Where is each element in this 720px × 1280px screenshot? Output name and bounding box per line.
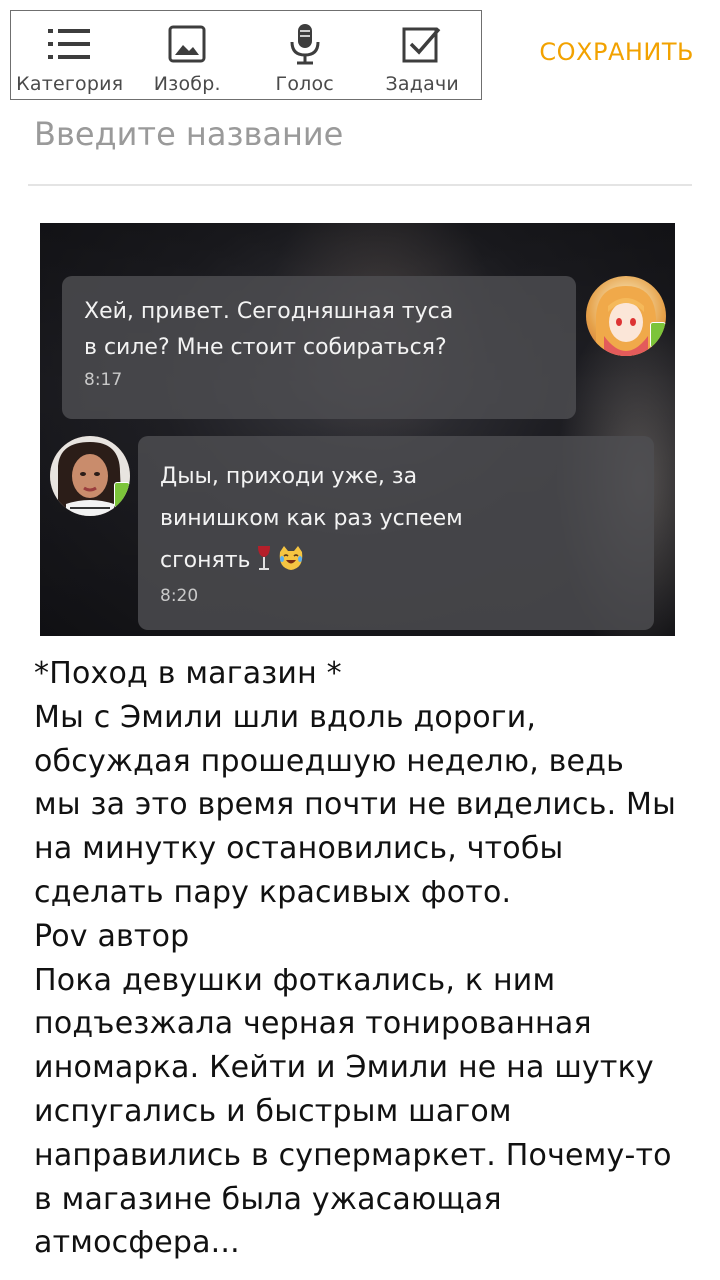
tasks-label: Задачи: [385, 73, 459, 95]
list-icon: [47, 21, 93, 67]
story-line: Pov автор: [34, 918, 190, 954]
category-button[interactable]: Категория: [11, 11, 129, 99]
story-line: сделать пару красивых фото.: [34, 874, 512, 910]
story-line: на минутку остановились, чтобы: [34, 831, 564, 867]
image-icon: [164, 21, 210, 67]
story-line: в магазине была ужасающая: [34, 1181, 502, 1217]
story-line: атмосфера...: [34, 1225, 240, 1261]
story-line: мы за это время почти не виделись. Мы: [34, 787, 677, 823]
editor-toolbar: Категория Изобр. Голос Задачи: [10, 10, 482, 100]
note-body-text[interactable]: *Поход в магазин * Мы с Эмили шли вдоль …: [34, 652, 694, 1265]
story-line: Пока девушки фоткались, к ним: [34, 962, 556, 998]
avatar: [50, 436, 130, 516]
cat-tears-of-joy-icon: [277, 545, 305, 571]
voice-button[interactable]: Голос: [246, 11, 364, 99]
title-input[interactable]: [34, 108, 684, 160]
voice-label: Голос: [275, 73, 334, 95]
image-label: Изобр.: [153, 73, 221, 95]
category-label: Категория: [16, 73, 124, 95]
story-line: иномарка. Кейти и Эмили не на шутку: [34, 1050, 654, 1086]
avatar: [586, 276, 666, 356]
story-line: направились в супермаркет. Почему-то: [34, 1137, 672, 1173]
story-line: Мы с Эмили шли вдоль дороги,: [34, 699, 537, 735]
story-line: обсуждая прошедшую неделю, ведь: [34, 743, 625, 779]
chat-bubble-outgoing: Дыы, приходи уже, за винишком как раз ус…: [138, 436, 654, 630]
chat-message-text: Дыы, приходи уже, за винишком как раз ус…: [160, 456, 632, 582]
attached-chat-screenshot[interactable]: Хей, привет. Сегодняшная туса в силе? Мн…: [40, 223, 675, 636]
title-divider: [28, 184, 692, 186]
microphone-icon: [282, 21, 328, 67]
mobile-status-icon: [650, 322, 666, 348]
checkbox-icon: [399, 21, 445, 67]
note-editor-screen: Категория Изобр. Голос Задачи СОХРАНИТЬ …: [0, 0, 720, 1280]
tasks-button[interactable]: Задачи: [364, 11, 482, 99]
image-button[interactable]: Изобр.: [129, 11, 247, 99]
chat-message-body: Дыы, приходи уже, за винишком как раз ус…: [160, 464, 463, 573]
story-line: подъезжала черная тонированная: [34, 1006, 592, 1042]
story-line: испугались и быстрым шагом: [34, 1093, 512, 1129]
chat-message-time: 8:17: [84, 370, 123, 390]
chat-message-time: 8:20: [160, 586, 199, 606]
story-line: *Поход в магазин *: [34, 656, 342, 691]
chat-message-text: Хей, привет. Сегодняшная туса в силе? Мн…: [84, 299, 454, 360]
save-button[interactable]: СОХРАНИТЬ: [539, 38, 694, 66]
wine-glass-icon: [257, 544, 271, 570]
mobile-status-icon: [114, 482, 130, 508]
chat-bubble-incoming: Хей, привет. Сегодняшная туса в силе? Мн…: [62, 276, 576, 419]
